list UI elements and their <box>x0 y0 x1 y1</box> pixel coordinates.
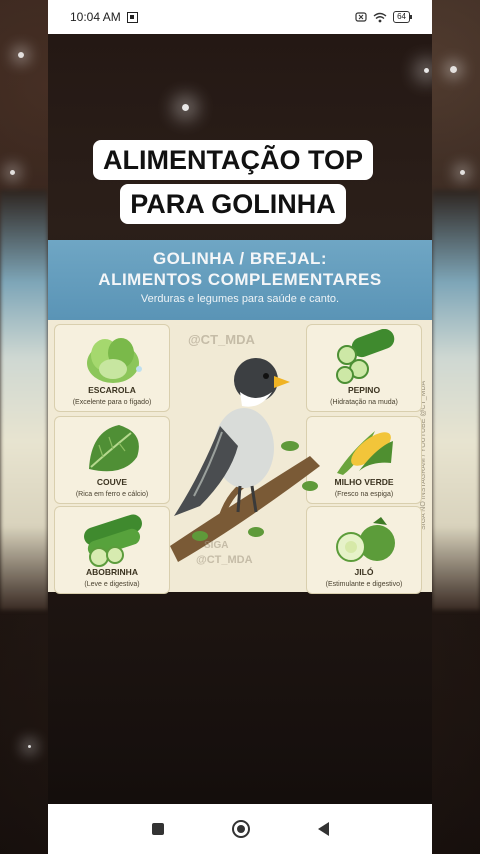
sim-off-icon <box>355 12 367 22</box>
status-time: 10:04 AM <box>70 10 121 24</box>
infographic-header: GOLINHA / BREJAL: ALIMENTOS COMPLEMENTAR… <box>48 240 432 320</box>
bokeh-light <box>460 170 465 175</box>
caption-line-2: PARA GOLINHA <box>120 184 346 224</box>
bokeh-light <box>28 745 31 748</box>
watermark-siga: SIGA <box>204 540 229 551</box>
watermark-bottom: @CT_MDA <box>196 554 253 566</box>
navigation-bar <box>48 804 432 854</box>
food-card-couve: COUVE (Rica em ferro e cálcio) <box>54 416 170 504</box>
golinha-bird-icon <box>170 358 320 562</box>
escarola-icon <box>87 338 142 383</box>
jilo-icon <box>336 517 395 562</box>
food-card-escarola: ESCAROLA (Excelente para o fígado) <box>54 324 170 412</box>
back-icon[interactable] <box>317 822 329 836</box>
video-caption: ALIMENTAÇÃO TOP PARA GOLINHA <box>70 140 396 224</box>
infographic-title-2: ALIMENTOS COMPLEMENTARES <box>98 270 382 289</box>
food-desc: (Rica em ferro e cálcio) <box>75 491 149 498</box>
home-icon[interactable] <box>231 820 250 838</box>
zucchini-icon <box>84 514 142 567</box>
bokeh-light <box>182 104 189 111</box>
caption-line-1: ALIMENTAÇÃO TOP <box>93 140 373 180</box>
food-desc: (Excelente para o fígado) <box>72 399 152 406</box>
video-player[interactable]: ALIMENTAÇÃO TOP PARA GOLINHA GOLINHA / B… <box>48 34 432 804</box>
kale-icon <box>89 425 139 472</box>
infographic-subtitle: Verduras e legumes para saúde e canto. <box>140 293 340 305</box>
infographic-card: GOLINHA / BREJAL: ALIMENTOS COMPLEMENTAR… <box>48 240 432 594</box>
blurred-infographic-left <box>0 190 48 610</box>
battery-icon: 64 <box>393 11 412 23</box>
food-desc: (Leve e digestiva) <box>84 581 140 588</box>
food-card-abobrinha: ABOBRINHA (Leve e digestiva) <box>54 506 170 594</box>
bokeh-light <box>18 52 24 58</box>
notification-icon <box>126 11 138 23</box>
food-name: COUVE <box>96 477 128 487</box>
blurred-infographic-right <box>432 190 480 610</box>
recent-apps-icon[interactable] <box>151 823 164 835</box>
bokeh-light <box>424 68 429 73</box>
bokeh-light <box>10 170 15 175</box>
infographic-title-1: GOLINHA / BREJAL: <box>152 249 328 268</box>
bokeh-light <box>450 66 457 73</box>
status-bar: 10:04 AM 64 <box>48 0 432 34</box>
food-name: ABOBRINHA <box>86 567 138 577</box>
corn-icon <box>337 431 393 475</box>
bird-illustration <box>160 336 330 586</box>
cucumber-icon <box>336 329 395 384</box>
wifi-icon <box>373 12 387 22</box>
food-name: ESCAROLA <box>88 385 136 395</box>
